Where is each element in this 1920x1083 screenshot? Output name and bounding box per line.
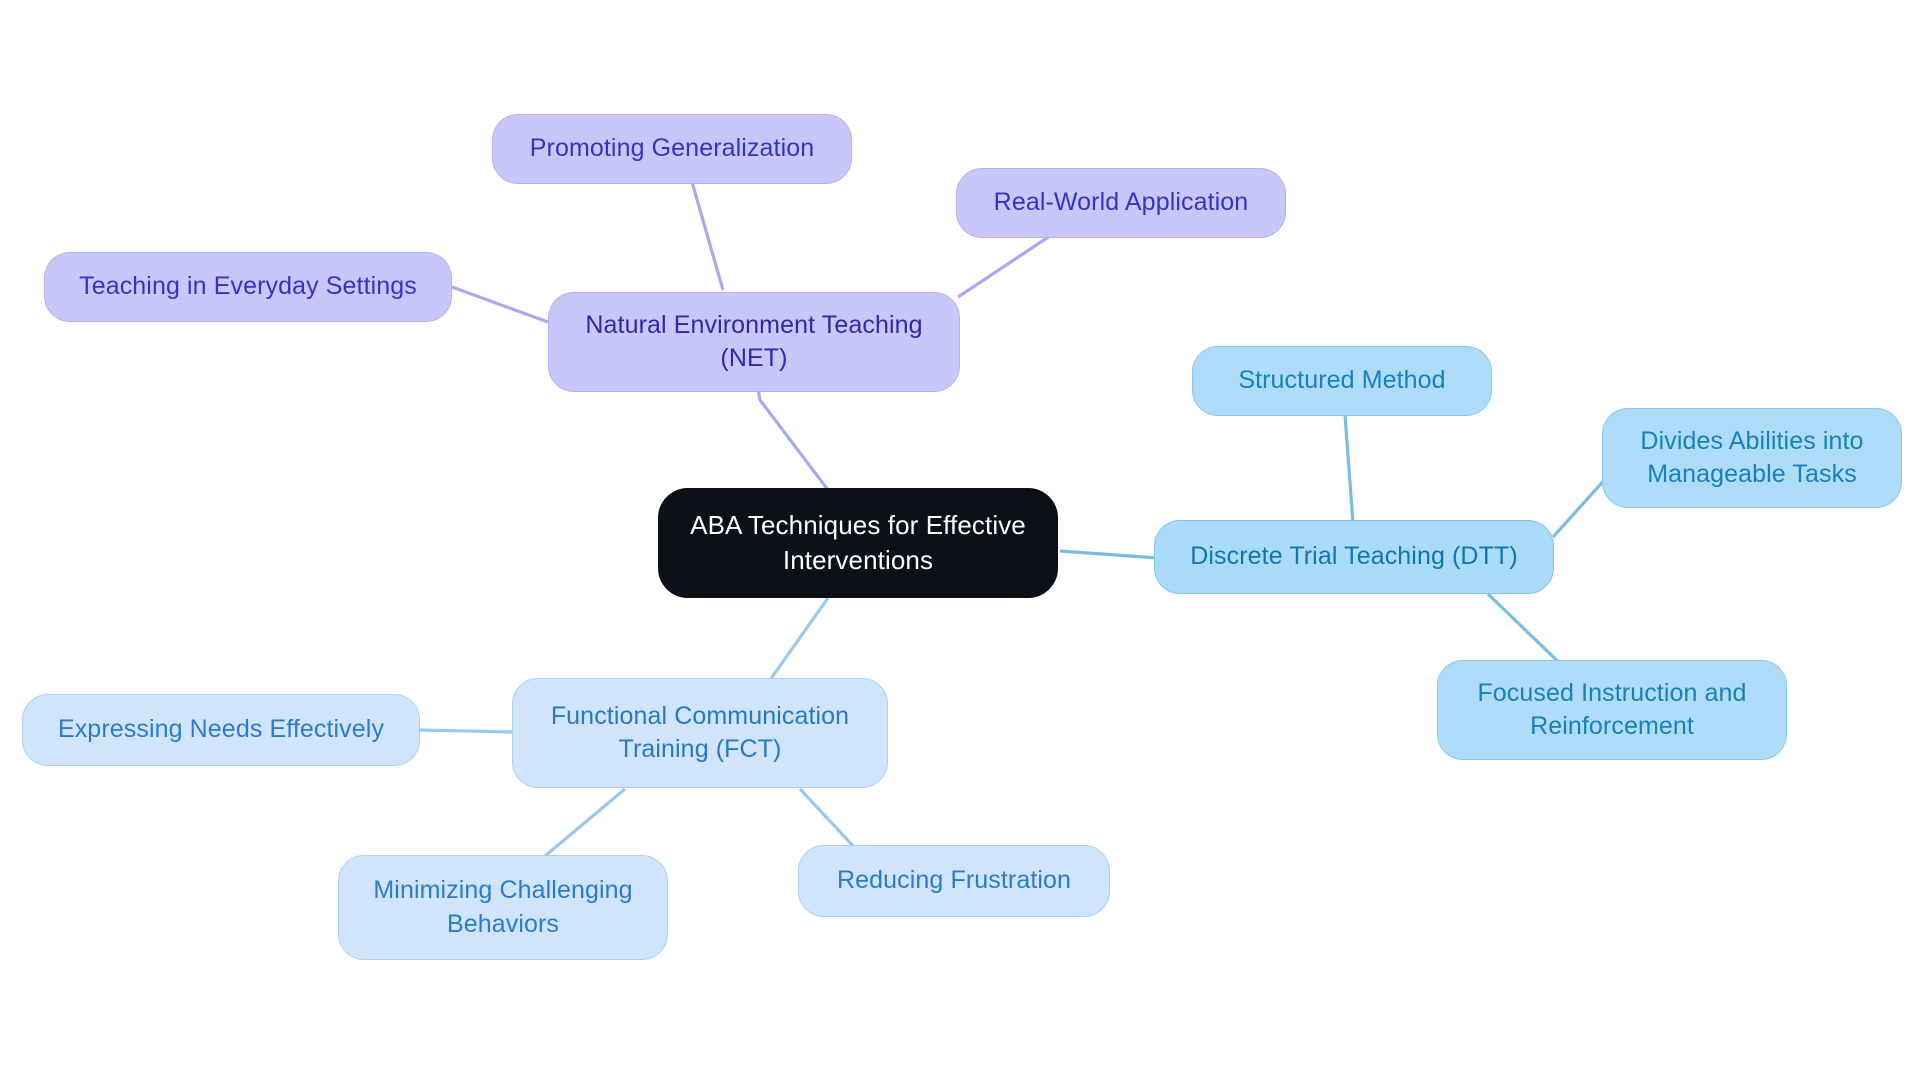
- edge-dtt-to-divides: [1551, 474, 1610, 539]
- node-branch-fct[interactable]: Functional Communication Training (FCT): [512, 678, 888, 788]
- node-leaf-structured-method[interactable]: Structured Method: [1192, 346, 1492, 416]
- edge-net-to-everyday: [451, 285, 549, 324]
- node-branch-dtt[interactable]: Discrete Trial Teaching (DTT): [1154, 520, 1554, 594]
- node-leaf-divides-abilities-into-manageable-tasks[interactable]: Divides Abilities into Manageable Tasks: [1602, 408, 1902, 508]
- node-leaf-reducing-frustration[interactable]: Reducing Frustration: [798, 845, 1110, 917]
- edge-fct-to-expressing: [419, 728, 514, 734]
- node-leaf-real-world-application[interactable]: Real-World Application: [956, 168, 1286, 238]
- mindmap-canvas: ABA Techniques for Effective Interventio…: [0, 0, 1920, 1083]
- edge-net-to-generalization: [688, 174, 725, 291]
- edge-root-to-net: [756, 389, 830, 491]
- edge-fct-to-reducing: [798, 787, 857, 850]
- node-branch-net[interactable]: Natural Environment Teaching (NET): [548, 292, 960, 392]
- node-leaf-expressing-needs-effectively[interactable]: Expressing Needs Effectively: [22, 694, 420, 766]
- node-root[interactable]: ABA Techniques for Effective Interventio…: [658, 488, 1058, 598]
- edge-net-to-realworld: [957, 230, 1057, 299]
- edge-dtt-to-structured: [1343, 414, 1355, 524]
- node-leaf-teaching-in-everyday-settings[interactable]: Teaching in Everyday Settings: [44, 252, 452, 322]
- node-leaf-focused-instruction-and-reinforcement[interactable]: Focused Instruction and Reinforcement: [1437, 660, 1787, 760]
- node-leaf-minimizing-challenging-behaviors[interactable]: Minimizing Challenging Behaviors: [338, 855, 668, 960]
- node-leaf-promoting-generalization[interactable]: Promoting Generalization: [492, 114, 852, 184]
- edge-fct-to-minimizing: [543, 787, 627, 858]
- edge-root-to-dtt: [1059, 549, 1159, 560]
